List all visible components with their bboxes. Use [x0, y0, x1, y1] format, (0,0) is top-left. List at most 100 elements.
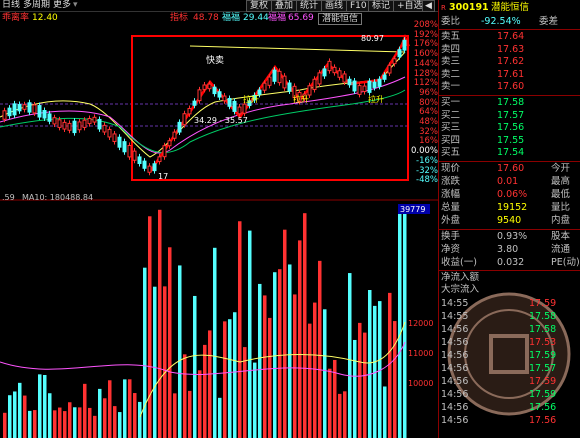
quote-row-value: 17.54	[497, 147, 525, 158]
volume-bar	[53, 410, 57, 438]
volume-bar	[178, 265, 182, 438]
quote-row-right: 最高	[551, 176, 571, 187]
percent-tick: 144%	[413, 58, 438, 69]
tick-price: 17.57	[529, 363, 557, 374]
quote-row: 买一 17.58	[439, 97, 580, 109]
tick-time: 14:56	[441, 363, 469, 374]
more-tab[interactable]: 更多	[53, 0, 71, 11]
quote-row-right: 量比	[551, 202, 571, 213]
volume-bar	[188, 390, 192, 438]
diff-label: 委差	[539, 16, 559, 27]
quote-row-value: 17.60	[497, 163, 525, 174]
volume-bar	[163, 286, 167, 438]
volume-bar	[173, 393, 177, 438]
volume-bar	[118, 412, 122, 438]
tick-row: 14:56 17.57	[439, 363, 580, 375]
volume-bar	[358, 322, 362, 438]
volume-bar	[58, 407, 62, 438]
quote-row-label: 卖二	[441, 68, 461, 80]
volume-bar	[123, 379, 127, 438]
tick-row: 14:56 17.56	[439, 402, 580, 414]
quote-row-right: 股本	[551, 231, 571, 242]
volume-bar	[273, 272, 277, 438]
quote-row-value: 17.55	[497, 134, 525, 146]
tick-time: 14:56	[441, 402, 469, 413]
tick-price: 17.59	[529, 376, 557, 387]
volume-bar	[353, 339, 357, 438]
draw-button[interactable]: 画线	[321, 0, 348, 12]
volume-bar	[148, 216, 152, 438]
quote-row-label: 外盘	[441, 215, 461, 226]
volume-bar	[98, 388, 102, 438]
volume-bar	[338, 393, 342, 438]
volume-bar	[38, 374, 42, 438]
tick-row: 14:56 17.56	[439, 415, 580, 427]
volume-bar	[393, 321, 397, 438]
tick-price: 17.56	[529, 415, 557, 426]
volume-bar	[103, 398, 107, 438]
percent-tick: 160%	[413, 49, 438, 60]
tick-row: 14:56 17.59	[439, 376, 580, 388]
volume-bar	[303, 213, 307, 438]
volume-axis-2: 11000	[408, 349, 433, 358]
quote-row-value: 17.58	[497, 97, 525, 108]
percent-axis: 208% 192% 176% 160% 144% 128% 112% 96% 80% 64% 48%…	[0, 21, 438, 192]
quote-row-label: 收益(一)	[441, 257, 477, 268]
tick-row: 14:55 17.59	[439, 298, 580, 310]
volume-bar	[158, 209, 162, 438]
volume-bar	[333, 359, 337, 438]
quote-row-right: 流通	[551, 244, 571, 255]
volume-bar	[23, 395, 27, 438]
volume-bar	[63, 411, 67, 438]
quote-row-value: 19152	[497, 202, 528, 213]
volume-bar	[73, 407, 77, 438]
volume-bar	[198, 370, 202, 438]
quote-row: 涨幅 0.06% 最低	[439, 189, 580, 201]
net-inflow-label: 净流入额	[441, 272, 480, 283]
volume-bar	[183, 354, 187, 438]
volume-bar	[88, 407, 92, 438]
stock-name: 潜能恒信	[491, 2, 530, 13]
volume-bar	[363, 332, 367, 438]
mark-button[interactable]: 标记	[368, 0, 395, 12]
period-day-tab[interactable]: 日线	[2, 0, 20, 11]
quote-row: 卖五 17.64	[439, 31, 580, 43]
chevron-down-icon[interactable]: ▾	[73, 0, 78, 11]
volume-bar	[128, 379, 132, 438]
quote-row-value: 0.01	[497, 176, 519, 187]
volume-bar	[33, 410, 37, 438]
quote-row: 买四 17.55	[439, 135, 580, 147]
percent-tick: 64%	[419, 107, 438, 118]
ratio-label: 委比	[441, 16, 461, 27]
volume-bar	[213, 247, 217, 438]
volume-bar	[93, 415, 97, 438]
quote-row: 外盘 9540 内盘	[439, 215, 580, 227]
quote-row: 卖三 17.62	[439, 56, 580, 68]
multi-period-tab[interactable]: 多周期	[23, 0, 50, 11]
quote-row-right: 内盘	[551, 215, 571, 226]
volume-bar	[143, 267, 147, 438]
tick-row: 14:56 17.59	[439, 389, 580, 401]
tick-price: 17.58	[529, 324, 557, 335]
percent-tick: 112%	[413, 78, 438, 89]
volume-bar	[383, 386, 387, 438]
overlay-button[interactable]: 叠加	[271, 0, 298, 12]
quote-row-value: 3.80	[497, 244, 519, 255]
quote-row: 卖一 17.60	[439, 81, 580, 93]
quote-row-value: 9540	[497, 215, 522, 226]
volume-bar	[138, 401, 142, 438]
quote-row-label: 涨幅	[441, 189, 461, 200]
quote-row: 买五 17.54	[439, 147, 580, 159]
tick-price: 17.59	[529, 298, 557, 309]
prev-arrow-icon[interactable]: ◀	[422, 0, 435, 12]
quote-row: 现价 17.60 今开	[439, 163, 580, 175]
stats-button[interactable]: 统计	[296, 0, 323, 12]
quote-row-label: 净资	[441, 244, 461, 255]
restore-button[interactable]: 复权	[246, 0, 273, 12]
quote-row-right: 最低	[551, 189, 571, 200]
f10-button[interactable]: F10	[346, 0, 371, 12]
volume-bar	[3, 412, 7, 438]
volume-bar	[278, 269, 282, 438]
volume-ma-header: MA10: 180488.84	[22, 193, 93, 202]
volume-bar	[258, 283, 262, 438]
